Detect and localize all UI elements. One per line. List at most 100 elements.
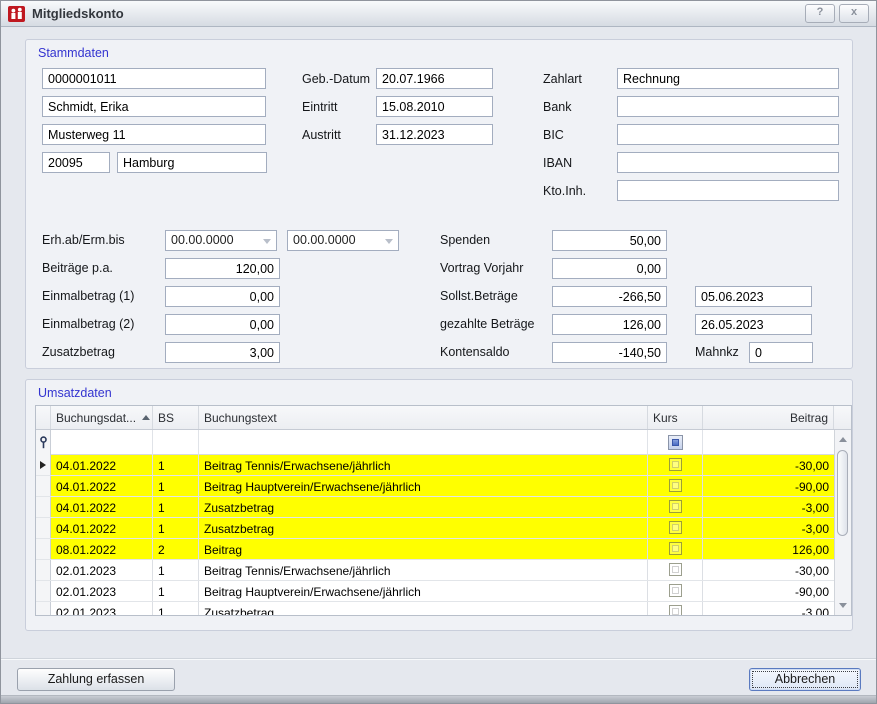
austritt-field[interactable] [376, 124, 493, 145]
kurs-checkbox[interactable] [669, 479, 682, 492]
cell-bs: 1 [153, 455, 199, 475]
member-id-field[interactable] [42, 68, 266, 89]
title-bar: Mitgliedskonto ? x [1, 1, 876, 27]
kto-inh-label: Kto.Inh. [543, 184, 586, 198]
cell-kurs [648, 518, 703, 538]
bic-field[interactable] [617, 124, 839, 145]
erh-ab-value: 00.00.0000 [171, 233, 234, 247]
cell-bs: 1 [153, 581, 199, 601]
scroll-up-icon[interactable] [835, 432, 851, 447]
cell-buchungsdatum: 04.01.2022 [51, 497, 153, 517]
erm-bis-combo[interactable]: 00.00.0000 [287, 230, 399, 251]
kurs-checkbox[interactable] [669, 563, 682, 576]
table-row[interactable]: 04.01.20221Zusatzbetrag-3,00 [36, 518, 835, 539]
erh-label: Erh.ab/Erm.bis [42, 233, 125, 247]
filter-cell-buchungsdatum[interactable] [51, 430, 153, 455]
mitgliedskonto-window: Mitgliedskonto ? x Stammdaten Geb.-Datum… [0, 0, 877, 704]
einmalbetrag2-field[interactable] [165, 314, 280, 335]
cell-bs: 1 [153, 560, 199, 580]
erh-ab-combo[interactable]: 00.00.0000 [165, 230, 277, 251]
spenden-field[interactable] [552, 230, 667, 251]
cell-beitrag: -3,00 [703, 518, 835, 538]
sollst-betraege-field[interactable] [552, 286, 667, 307]
bank-field[interactable] [617, 96, 839, 117]
table-row[interactable]: 02.01.20231Beitrag Hauptverein/Erwachsen… [36, 581, 835, 602]
vertical-scrollbar[interactable] [834, 430, 851, 615]
column-header-kurs[interactable]: Kurs [648, 406, 703, 429]
gezahlt-datum-field[interactable] [695, 314, 812, 335]
stammdaten-title: Stammdaten [38, 46, 109, 60]
eintritt-field[interactable] [376, 96, 493, 117]
kto-inh-field[interactable] [617, 180, 839, 201]
cell-buchungstext: Zusatzbetrag [199, 497, 648, 517]
gezahlte-betraege-field[interactable] [552, 314, 667, 335]
table-row[interactable]: 08.01.20222Beitrag126,00 [36, 539, 835, 560]
table-row[interactable]: 04.01.20221Beitrag Tennis/Erwachsene/jäh… [36, 455, 835, 476]
filter-cell-beitrag[interactable] [703, 430, 834, 455]
cell-bs: 1 [153, 602, 199, 616]
header-indicator-cell [36, 406, 51, 429]
zahlung-erfassen-button[interactable]: Zahlung erfassen [17, 668, 175, 691]
kurs-checkbox[interactable] [669, 542, 682, 555]
zahlart-field[interactable] [617, 68, 839, 89]
chevron-down-icon[interactable] [385, 239, 393, 244]
umsatzdaten-title: Umsatzdaten [38, 386, 112, 400]
vortrag-label: Vortrag Vorjahr [440, 261, 523, 275]
cell-beitrag: 126,00 [703, 539, 835, 559]
current-row-arrow-icon [40, 461, 46, 469]
table-row[interactable]: 02.01.20231Zusatzbetrag-3,00 [36, 602, 835, 616]
kurs-checkbox[interactable] [669, 584, 682, 597]
column-header-buchungsdatum[interactable]: Buchungsdat... [51, 406, 153, 429]
column-header-beitrag[interactable]: Beitrag [703, 406, 834, 429]
spenden-label: Spenden [440, 233, 490, 247]
kurs-checkbox[interactable] [669, 521, 682, 534]
stammdaten-group: Stammdaten Geb.-Datum Eintritt Austritt … [25, 39, 853, 369]
name-field[interactable] [42, 96, 266, 117]
scrollbar-thumb[interactable] [837, 450, 848, 536]
row-indicator [36, 476, 51, 496]
cell-beitrag: -3,00 [703, 497, 835, 517]
filter-cell-bs[interactable] [153, 430, 199, 455]
geb-datum-label: Geb.-Datum [302, 72, 370, 86]
beitraege-pa-field[interactable] [165, 258, 280, 279]
bank-label: Bank [543, 100, 572, 114]
close-button[interactable]: x [839, 4, 869, 23]
table-row[interactable]: 04.01.20221Zusatzbetrag-3,00 [36, 497, 835, 518]
kurs-checkbox[interactable] [669, 458, 682, 471]
cell-bs: 1 [153, 518, 199, 538]
cell-kurs [648, 602, 703, 616]
cell-kurs [648, 560, 703, 580]
column-header-buchungstext[interactable]: Buchungstext [199, 406, 648, 429]
kurs-checkbox[interactable] [669, 605, 682, 616]
cell-buchungstext: Zusatzbetrag [199, 518, 648, 538]
cell-buchungstext: Beitrag Tennis/Erwachsene/jährlich [199, 455, 648, 475]
city-field[interactable] [117, 152, 267, 173]
cell-kurs [648, 539, 703, 559]
chevron-down-icon[interactable] [263, 239, 271, 244]
zusatzbetrag-field[interactable] [165, 342, 280, 363]
scroll-down-icon[interactable] [835, 598, 851, 613]
sort-ascending-icon [142, 415, 150, 420]
filter-cell-kurs[interactable] [648, 430, 703, 455]
street-field[interactable] [42, 124, 266, 145]
filter-cell-buchungstext[interactable] [199, 430, 648, 455]
einmalbetrag1-field[interactable] [165, 286, 280, 307]
column-header-bs[interactable]: BS [153, 406, 199, 429]
sollst-datum-field[interactable] [695, 286, 812, 307]
umsatzdaten-group: Umsatzdaten Buchungsdat... BS Buchungste… [25, 379, 853, 631]
abbrechen-button[interactable]: Abbrechen [749, 668, 861, 691]
table-row[interactable]: 02.01.20231Beitrag Tennis/Erwachsene/jäh… [36, 560, 835, 581]
mahnkz-field[interactable] [749, 342, 813, 363]
iban-field[interactable] [617, 152, 839, 173]
kurs-checkbox[interactable] [669, 500, 682, 513]
geb-datum-field[interactable] [376, 68, 493, 89]
help-button[interactable]: ? [805, 4, 835, 23]
zip-field[interactable] [42, 152, 110, 173]
zahlart-label: Zahlart [543, 72, 582, 86]
table-row[interactable]: 04.01.20221Beitrag Hauptverein/Erwachsen… [36, 476, 835, 497]
kurs-filter-checkbox[interactable] [668, 435, 683, 450]
kontensaldo-field[interactable] [552, 342, 667, 363]
row-indicator [36, 455, 51, 475]
vortrag-field[interactable] [552, 258, 667, 279]
kontensaldo-label: Kontensaldo [440, 345, 510, 359]
